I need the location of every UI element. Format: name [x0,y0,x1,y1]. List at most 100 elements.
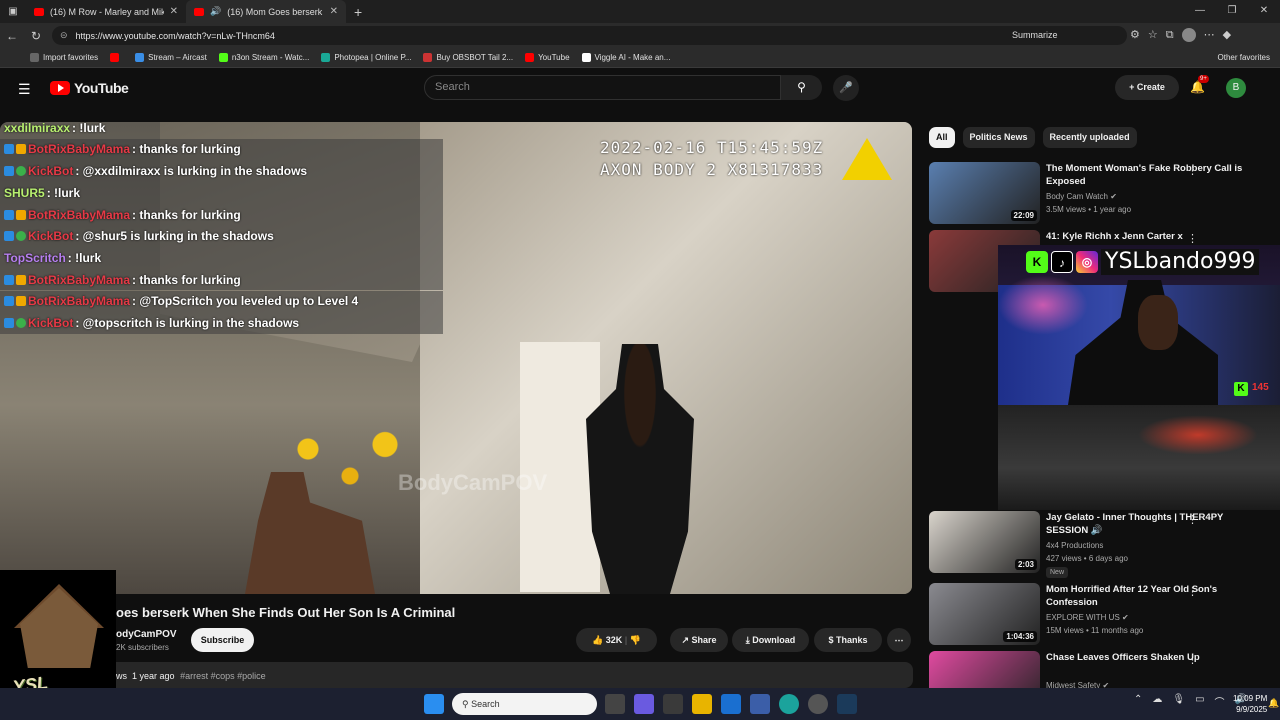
bookmark-item[interactable] [110,53,123,62]
search-button[interactable]: ⚲ [781,75,822,100]
share-button[interactable]: ↗ Share [670,628,728,652]
youtube-logo[interactable]: YouTube [50,80,129,96]
dislike-button[interactable]: 👎 [630,635,641,645]
notification-center-icon[interactable]: 🔔 [1268,698,1279,709]
minimize-icon[interactable]: — [1184,0,1216,22]
thumbs-down-icon: 👎 [629,635,641,645]
video-title[interactable]: Jay Gelato - Inner Thoughts | THER4PY SE… [1046,511,1246,537]
summarize-button[interactable]: Summarize [1012,26,1058,45]
obs-icon[interactable] [808,694,828,714]
thanks-button[interactable]: $ Thanks [814,628,882,652]
task-view-icon[interactable] [605,694,625,714]
more-options-icon[interactable]: ⋮ [1187,164,1198,177]
cloud-icon[interactable]: ☁ [1152,694,1162,709]
recommended-video[interactable]: 2:03 Jay Gelato - Inner Thoughts | THER4P… [929,511,1269,578]
hashtags[interactable]: #arrest #cops #police [180,671,266,681]
bookmark-item[interactable]: n3on Stream - Watc... [218,53,309,62]
steam-icon[interactable] [837,694,857,714]
thanks-icon: $ [828,635,834,645]
refresh-icon[interactable]: ↻ [24,29,48,43]
store-icon[interactable] [663,694,683,714]
video-thumbnail[interactable]: 2:03 [929,511,1040,573]
video-duration: 1:04:36 [1003,631,1037,642]
system-tray: ⌃ ☁ 🎙 ▭ ⌒ 🔊 [1134,694,1247,709]
more-options-icon[interactable]: ⋮ [1187,653,1198,666]
tray-chevron-icon[interactable]: ⌃ [1134,694,1142,709]
bookmark-item[interactable]: Stream – Aircast [135,53,207,62]
start-icon[interactable] [424,694,444,714]
video-thumbnail[interactable]: 22:09 [929,162,1040,224]
close-tab-icon[interactable]: ✕ [170,6,178,17]
filter-chip[interactable]: Politics News [962,127,1035,148]
bookmark-item[interactable]: Photopea | Online P... [321,53,411,62]
channel-name[interactable]: EXPLORE WITH US ✔ [1046,613,1129,622]
copilot-icon[interactable]: ◆ [1223,23,1231,48]
mic-tray-icon[interactable]: 🎙 [1172,694,1185,709]
voice-search-button[interactable]: 🎤 [833,75,859,101]
profile-icon[interactable] [1181,28,1196,42]
account-avatar[interactable]: B [1226,78,1246,98]
wifi-icon[interactable]: ⌒ [1215,694,1225,709]
close-tab-icon[interactable]: ✕ [330,6,338,17]
notifications-button[interactable]: 🔔 9+ [1190,75,1209,94]
filter-chip[interactable]: Recently uploaded [1042,127,1137,148]
video-title[interactable]: 41: Kyle Richh x Jenn Carter x [1046,230,1246,243]
like-button[interactable]: 👍 32K [592,635,622,645]
more-options-icon[interactable]: ⋮ [1187,232,1198,245]
other-favorites[interactable]: Other favorites [1218,53,1270,62]
more-options-icon[interactable]: ⋮ [1187,513,1198,526]
audio-playing-icon[interactable]: 🔊 [210,6,221,17]
search-input[interactable]: Search [424,75,781,100]
bookmark-item[interactable]: Viggle AI - Make an... [581,53,670,62]
menu-icon[interactable]: ⋯ [1204,23,1215,48]
channel-name[interactable]: Body Cam Watch ✔ [1046,192,1117,201]
close-window-icon[interactable]: ✕ [1248,0,1280,22]
tab-actions-icon[interactable]: ▣ [0,6,26,17]
chat-message: BotRixBabyMama: thanks for lurking [0,268,443,291]
tab-mom-goes-berserk[interactable]: 🔊 (16) Mom Goes berserk Whe ✕ [186,0,346,23]
create-button[interactable]: + Create [1115,75,1179,100]
subscribe-button[interactable]: Subscribe [191,628,254,652]
outlook-icon[interactable] [721,694,741,714]
hamburger-menu-icon[interactable]: ☰ [18,81,31,98]
copilot-app-icon[interactable] [634,694,654,714]
tab-marley-mike[interactable]: (16) M Row - Marley and Mike (O ✕ [26,0,186,23]
display-icon[interactable]: ▭ [1195,694,1204,709]
video-title[interactable]: The Moment Woman's Fake Robbery Call is … [1046,162,1246,188]
more-options-icon[interactable]: ⋮ [1187,585,1198,598]
chat-message: BotRixBabyMama: thanks for lurking [0,203,443,226]
video-thumbnail[interactable]: 1:04:36 [929,583,1040,645]
channel-name[interactable]: 4x4 Productions [1046,541,1103,550]
bookmark-item[interactable]: Import favorites [30,53,98,62]
new-tab-button[interactable]: + [346,4,370,20]
favorites-icon[interactable]: ☆ [1148,23,1158,48]
extensions-icon[interactable]: ⚙ [1130,23,1140,48]
youtube-header: ☰ YouTube Search ⚲ 🎤 + Create 🔔 9+ B [0,68,1280,110]
taskbar-search[interactable]: ⚲ Search [452,693,597,715]
back-icon[interactable]: ← [0,29,24,43]
channel-name[interactable]: odyCamPOV [116,629,177,640]
maximize-icon[interactable]: ❐ [1216,0,1248,22]
site-info-icon[interactable]: ⊝ [60,30,68,41]
video-title[interactable]: Mom Horrified After 12 Year Old Son's Co… [1046,583,1246,609]
browser-tab-bar: ▣ (16) M Row - Marley and Mike (O ✕ 🔊 (1… [0,0,1280,23]
more-actions-button[interactable]: ⋯ [887,628,911,652]
collections-icon[interactable]: ⧉ [1166,23,1174,48]
bookmark-item[interactable]: Buy OBSBOT Tail 2... [423,53,513,62]
edge-icon[interactable] [779,694,799,714]
photos-icon[interactable] [750,694,770,714]
view-count: ws [116,671,127,681]
address-bar[interactable]: ⊝ https://www.youtube.com/watch?v=nLw-TH… [52,26,1127,45]
share-icon: ↗ [681,635,689,645]
recommended-video[interactable]: 22:09 The Moment Woman's Fake Robbery Cal… [929,162,1269,228]
description-meta: ws 1 year ago #arrest #cops #police [116,671,266,681]
video-title[interactable]: Chase Leaves Officers Shaken Up [1046,651,1246,664]
file-explorer-icon[interactable] [692,694,712,714]
recommended-video[interactable]: 1:04:36 Mom Horrified After 12 Year Old S… [929,583,1269,649]
chat-message: KickBot: @topscritch is lurking in the s… [0,312,443,334]
filter-chip[interactable]: All [929,127,955,148]
download-button[interactable]: ⤓ Download [732,628,809,652]
bookmark-item[interactable]: YouTube [525,53,570,62]
taskbar-clock[interactable]: 10:09 PM 9/9/2025 [1233,693,1267,715]
url-text: https://www.youtube.com/watch?v=nLw-THnc… [75,30,275,41]
